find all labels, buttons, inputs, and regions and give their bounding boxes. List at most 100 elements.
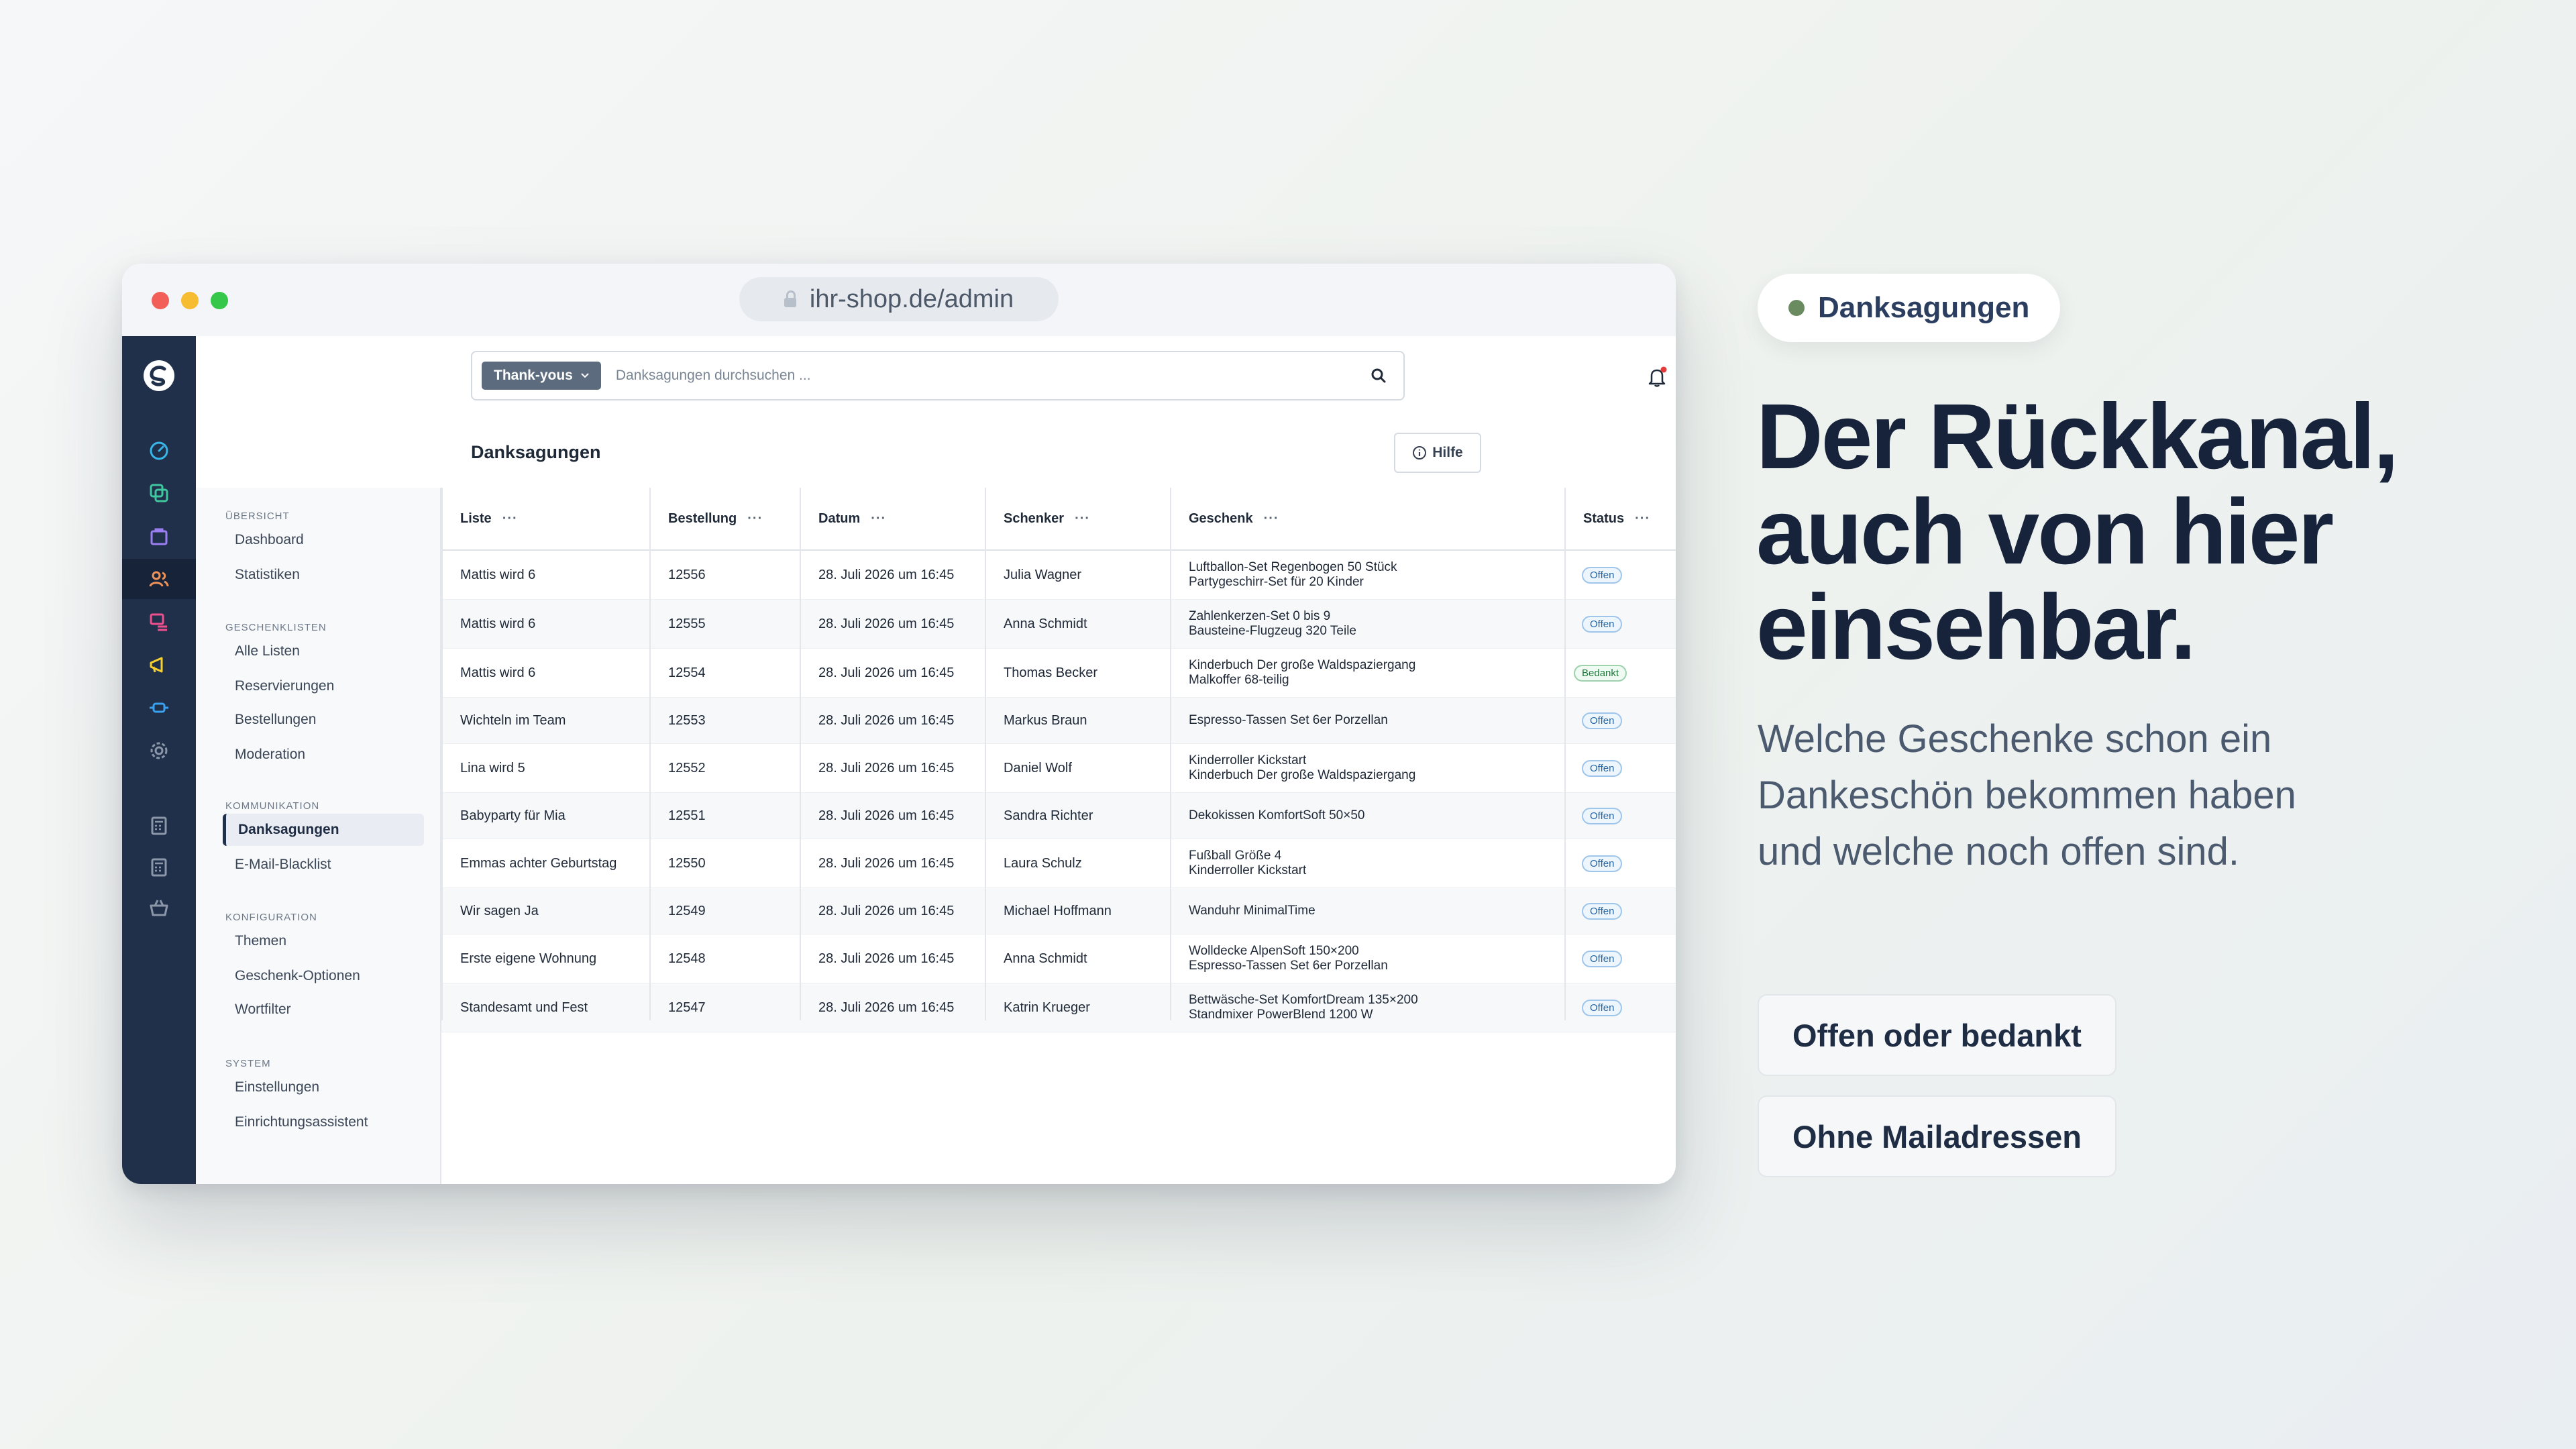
cell-schenker: Anna Schmidt [1004, 951, 1087, 966]
cell-datum: 28. Juli 2026 um 16:45 [818, 712, 955, 728]
column-header-schenker[interactable]: Schenker ··· [1004, 488, 1090, 549]
rail-orders[interactable] [122, 516, 196, 556]
column-menu-button[interactable]: ··· [747, 511, 763, 527]
nav-item-dashboard[interactable]: Dashboard [235, 532, 304, 548]
table-row[interactable]: Emmas achter Geburtstag 12550 28. Juli 202… [441, 839, 1676, 888]
search-icon[interactable] [1370, 367, 1387, 384]
table-row[interactable]: Mattis wird 6 12554 28. Juli 2026 um 16:45… [441, 649, 1676, 698]
status-badge: Offen [1582, 950, 1623, 967]
gift-line: Malkoffer 68-teilig [1189, 673, 1289, 687]
cell-bestellung: 12549 [668, 903, 706, 918]
column-divider [1170, 488, 1171, 1020]
cell-geschenk: Wanduhr MinimalTime [1189, 888, 1316, 934]
rail-marketing[interactable] [122, 645, 196, 685]
cell-liste: Wichteln im Team [460, 712, 566, 728]
cell-status: Offen [1582, 600, 1623, 648]
basket-icon [150, 900, 168, 916]
column-header-liste[interactable]: Liste ··· [460, 488, 518, 549]
column-header-status[interactable]: Status ··· [1583, 488, 1650, 549]
headline-line: Der Rückkanal, [1756, 385, 2399, 488]
rail-content[interactable] [122, 602, 196, 642]
nav-item-reservierungen[interactable]: Reservierungen [235, 678, 334, 694]
column-menu-button[interactable]: ··· [1075, 511, 1090, 527]
search-scope-dropdown[interactable]: Thank-yous [482, 362, 601, 390]
nav-item-einstellungen[interactable]: Einstellungen [235, 1079, 319, 1095]
column-menu-button[interactable]: ··· [502, 511, 518, 527]
calculator-icon [151, 816, 167, 835]
column-header-bestellung[interactable]: Bestellung ··· [668, 488, 763, 549]
cell-status: Offen [1582, 698, 1623, 743]
cell-status: Offen [1582, 934, 1623, 983]
nav-item-alle-listen[interactable]: Alle Listen [235, 643, 300, 659]
column-label: Status [1583, 511, 1625, 526]
feature-button-offen-bedankt[interactable]: Offen oder bedankt [1758, 994, 2116, 1076]
cell-geschenk: Zahlenkerzen-Set 0 bis 9 Bausteine-Flugze… [1189, 600, 1356, 648]
cell-status: Offen [1582, 793, 1623, 839]
browser-window: ihr-shop.de/admin Thank-yous Danksagunge… [122, 264, 1676, 1184]
column-menu-button[interactable]: ··· [1635, 511, 1650, 527]
cell-liste: Wir sagen Ja [460, 903, 539, 918]
nav-item-moderation[interactable]: Moderation [235, 747, 305, 763]
cell-liste: Standesamt und Fest [460, 1000, 588, 1015]
column-divider [985, 488, 986, 1020]
rail-tool-3[interactable] [122, 888, 196, 928]
rail-tool-1[interactable] [122, 806, 196, 846]
nav-item-geschenk-optionen[interactable]: Geschenk-Optionen [235, 968, 360, 984]
table-row[interactable]: Mattis wird 6 12555 28. Juli 2026 um 16:45… [441, 600, 1676, 649]
cell-liste: Emmas achter Geburtstag [460, 855, 617, 871]
cell-schenker: Michael Hoffmann [1004, 903, 1112, 918]
table-row[interactable]: Lina wird 5 12552 28. Juli 2026 um 16:45 Da… [441, 744, 1676, 793]
column-menu-button[interactable]: ··· [871, 511, 886, 527]
cell-status: Offen [1582, 983, 1623, 1032]
nav-item-danksagungen[interactable]: Danksagungen [223, 814, 424, 846]
cell-status: Offen [1582, 744, 1623, 792]
column-menu-button[interactable]: ··· [1264, 511, 1279, 527]
search-input[interactable]: Danksagungen durchsuchen ... [616, 368, 1370, 384]
nav-item-email-blacklist[interactable]: E-Mail-Blacklist [235, 857, 331, 873]
rail-dashboard[interactable] [122, 430, 196, 470]
status-badge: Offen [1582, 712, 1623, 729]
nav-item-themen[interactable]: Themen [235, 933, 286, 949]
table-row[interactable]: Wir sagen Ja 12549 28. Juli 2026 um 16:45 M… [441, 888, 1676, 934]
table-row[interactable]: Standesamt und Fest 12547 28. Juli 2026 um… [441, 983, 1676, 1032]
table-row[interactable]: Babyparty für Mia 12551 28. Juli 2026 um 1… [441, 793, 1676, 839]
search-scope-label: Thank-yous [494, 368, 573, 383]
bell-icon[interactable] [1646, 366, 1668, 388]
cell-bestellung: 12550 [668, 855, 706, 871]
nav-item-statistiken[interactable]: Statistiken [235, 567, 300, 583]
cell-datum: 28. Juli 2026 um 16:45 [818, 567, 955, 582]
cell-bestellung: 12556 [668, 567, 706, 582]
table-row[interactable]: Erste eigene Wohnung 12548 28. Juli 2026 u… [441, 934, 1676, 983]
cell-bestellung: 12555 [668, 616, 706, 631]
icon-rail [122, 336, 196, 1184]
rail-customers[interactable] [122, 559, 196, 599]
status-dot-icon [1788, 300, 1805, 316]
gear-icon [150, 742, 168, 759]
address-bar[interactable]: ihr-shop.de/admin [739, 277, 1059, 321]
column-divider [800, 488, 801, 1020]
nav-item-wortfilter[interactable]: Wortfilter [235, 1002, 291, 1018]
global-search[interactable]: Thank-yous Danksagungen durchsuchen ... [471, 351, 1405, 400]
status-badge: Bedankt [1574, 664, 1627, 682]
brand-logo-icon[interactable] [142, 359, 176, 392]
cell-liste: Lina wird 5 [460, 760, 525, 775]
list-icon [150, 613, 167, 631]
rail-catalog[interactable] [122, 473, 196, 513]
maximize-window-button[interactable] [211, 292, 228, 309]
rail-extensions[interactable] [122, 688, 196, 728]
table-row[interactable]: Mattis wird 6 12556 28. Juli 2026 um 16:45… [441, 551, 1676, 600]
feature-button-ohne-mailadressen[interactable]: Ohne Mailadressen [1758, 1095, 2116, 1177]
table-body: Mattis wird 6 12556 28. Juli 2026 um 16:45… [441, 551, 1676, 1032]
rail-tool-2[interactable] [122, 847, 196, 888]
rail-settings[interactable] [122, 731, 196, 771]
column-header-datum[interactable]: Datum ··· [818, 488, 886, 549]
help-button[interactable]: Hilfe [1394, 433, 1481, 473]
table-row[interactable]: Wichteln im Team 12553 28. Juli 2026 um 16… [441, 698, 1676, 744]
cell-schenker: Anna Schmidt [1004, 616, 1087, 631]
nav-item-einrichtungsassistent[interactable]: Einrichtungsassistent [235, 1114, 368, 1130]
minimize-window-button[interactable] [181, 292, 199, 309]
column-header-geschenk[interactable]: Geschenk ··· [1189, 488, 1279, 549]
close-window-button[interactable] [152, 292, 169, 309]
plugin-icon [150, 702, 168, 713]
nav-item-bestellungen[interactable]: Bestellungen [235, 712, 316, 728]
